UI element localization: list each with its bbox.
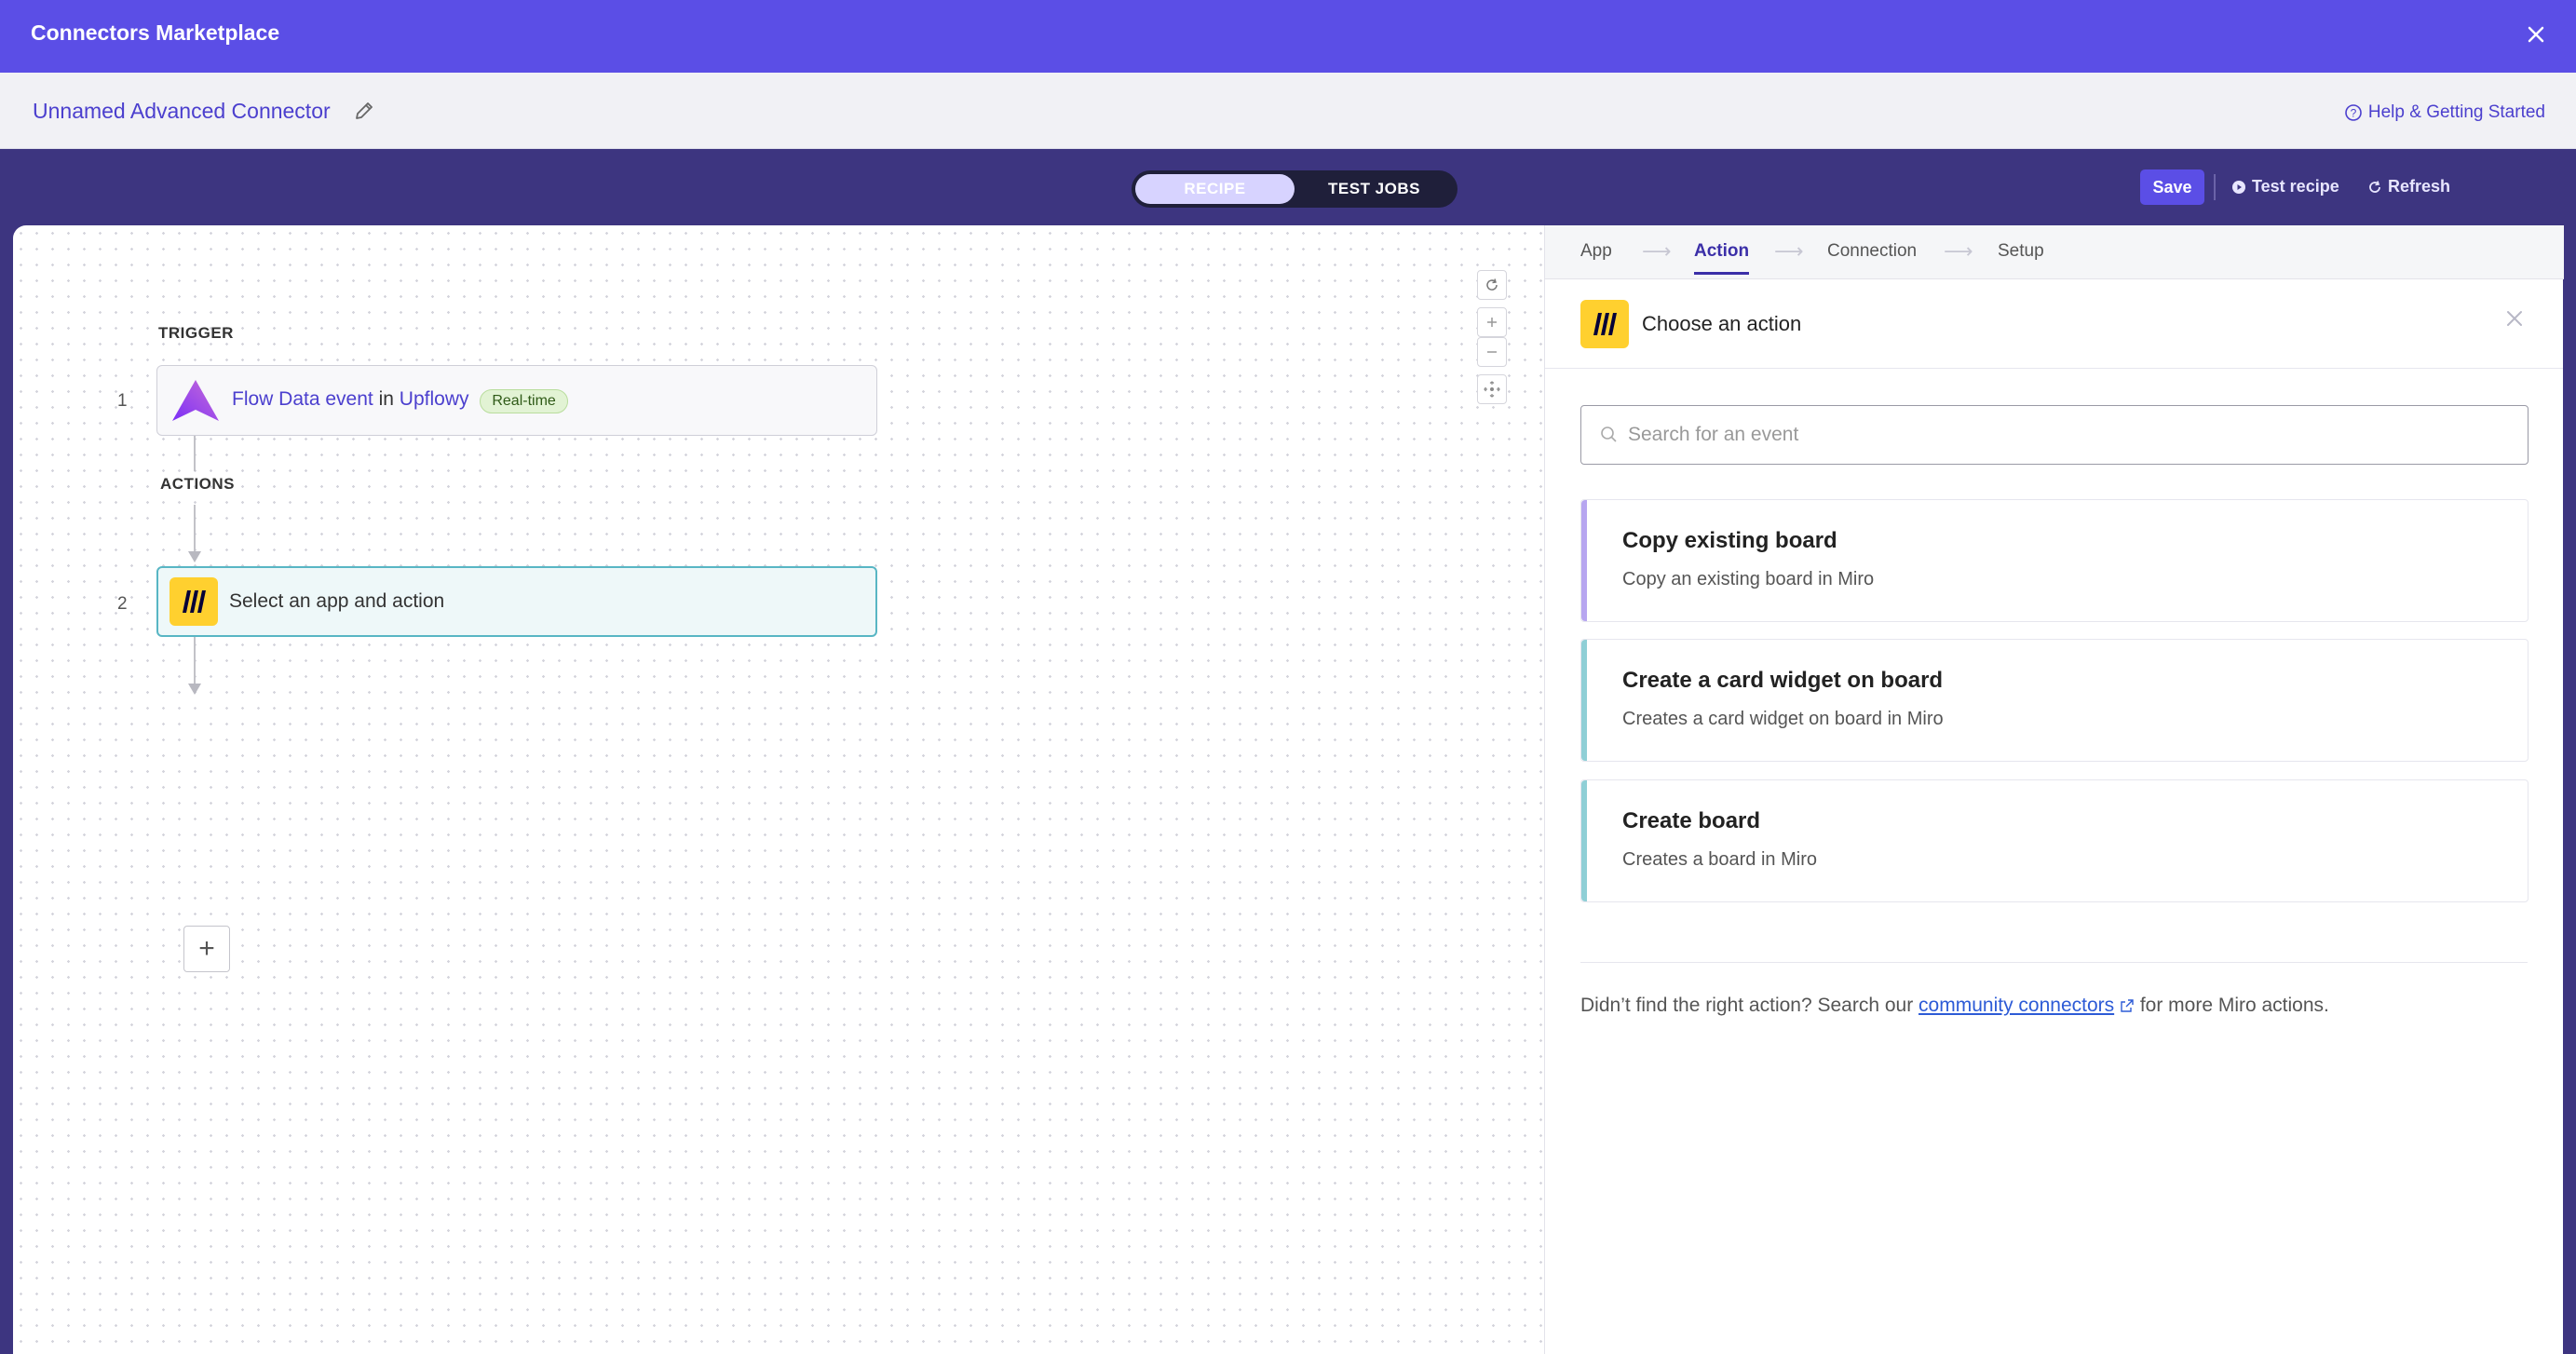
play-circle-icon	[2232, 180, 2245, 194]
svg-text:?: ?	[2351, 107, 2357, 120]
reset-icon	[1486, 278, 1498, 291]
action-title: Copy existing board	[1622, 528, 1837, 553]
miro-logo-icon	[1580, 300, 1629, 348]
refresh-button[interactable]: Refresh	[2367, 177, 2450, 196]
actions-label: ACTIONS	[160, 475, 235, 493]
connector-line	[194, 637, 196, 685]
app-title: Connectors Marketplace	[31, 20, 280, 45]
action-title: Create board	[1622, 808, 1761, 833]
help-link[interactable]: ? Help & Getting Started	[2344, 102, 2545, 123]
arrow-right-icon: ⟶	[1642, 239, 1672, 263]
action-accent-bar	[1581, 780, 1587, 901]
nav-step-action[interactable]: Action	[1694, 241, 1750, 275]
footnote-text: Didn’t find the right action? Search our	[1580, 995, 1919, 1016]
plus-icon	[1487, 318, 1497, 327]
close-icon[interactable]	[2503, 307, 2526, 330]
arrow-right-icon: ⟶	[1774, 239, 1804, 263]
connector-line	[194, 505, 196, 553]
wizard-steps-nav: App ⟶ Action ⟶ Connection ⟶ Setup	[1545, 225, 2564, 279]
toolbar-divider	[2214, 174, 2216, 200]
step-number: 2	[117, 594, 128, 614]
action-step-text: Select an app and action	[229, 590, 445, 612]
reset-view-button[interactable]	[1477, 270, 1507, 300]
refresh-label: Refresh	[2388, 177, 2451, 196]
recipe-toolbar: RECIPE TEST JOBS Save Test recipe Refres…	[0, 149, 2576, 225]
action-accent-bar	[1581, 640, 1587, 761]
action-description: Creates a board in Miro	[1622, 849, 1817, 870]
action-option[interactable]: Copy existing board Copy an existing boa…	[1580, 499, 2529, 622]
upflowy-logo-icon	[172, 380, 219, 421]
trigger-app-link[interactable]: Upflowy	[400, 388, 469, 410]
realtime-badge: Real-time	[480, 388, 568, 413]
arrow-right-icon: ⟶	[1944, 239, 1973, 263]
connector-header: Unnamed Advanced Connector ? Help & Gett…	[0, 73, 2576, 149]
event-search-field[interactable]	[1580, 405, 2529, 465]
community-connectors-link[interactable]: community connectors	[1918, 995, 2114, 1016]
pencil-icon[interactable]	[352, 99, 376, 123]
view-toggle: RECIPE TEST JOBS	[1132, 170, 1457, 208]
miro-logo-icon	[169, 577, 218, 626]
panel-divider	[1580, 962, 2528, 963]
panel-divider	[1545, 368, 2563, 369]
top-bar: Connectors Marketplace	[0, 0, 2576, 73]
fit-screen-icon	[1484, 381, 1500, 398]
action-title: Create a card widget on board	[1622, 668, 1944, 693]
recipe-canvas[interactable]: TRIGGER 1 Flow Data event in Upflowy Rea…	[13, 225, 1544, 1354]
footnote: Didn’t find the right action? Search our…	[1580, 995, 2329, 1017]
refresh-icon	[2369, 180, 2380, 193]
arrow-down-icon	[188, 684, 201, 695]
tab-recipe[interactable]: RECIPE	[1135, 174, 1295, 204]
footnote-text: for more Miro actions.	[2134, 995, 2329, 1016]
nav-step-connection[interactable]: Connection	[1827, 241, 1917, 262]
action-option[interactable]: Create a card widget on board Creates a …	[1580, 639, 2529, 762]
trigger-in-text: in	[378, 387, 394, 410]
nav-step-app[interactable]: App	[1580, 241, 1612, 262]
action-description: Copy an existing board in Miro	[1622, 569, 1875, 589]
action-step-card[interactable]: Select an app and action	[156, 566, 877, 637]
search-input[interactable]	[1628, 424, 2466, 446]
action-description: Creates a card widget on board in Miro	[1622, 709, 1944, 729]
search-icon	[1601, 427, 1617, 442]
panel-title: Choose an action	[1642, 312, 1802, 335]
panel-title-row: Choose an action	[1580, 300, 1801, 348]
nav-step-setup[interactable]: Setup	[1998, 241, 2044, 262]
zoom-out-button[interactable]	[1477, 337, 1507, 367]
connector-line	[194, 436, 196, 471]
question-circle-icon: ?	[2345, 104, 2362, 121]
trigger-label: TRIGGER	[158, 324, 234, 342]
tab-test-jobs[interactable]: TEST JOBS	[1295, 174, 1454, 204]
zoom-in-button[interactable]	[1477, 307, 1507, 337]
add-step-button[interactable]: +	[183, 926, 230, 972]
connector-name[interactable]: Unnamed Advanced Connector	[33, 99, 331, 124]
action-option[interactable]: Create board Creates a board in Miro	[1580, 779, 2529, 902]
arrow-down-icon	[188, 551, 201, 562]
external-link-icon[interactable]	[2120, 998, 2135, 1013]
test-recipe-label: Test recipe	[2252, 177, 2339, 196]
action-picker-panel: App ⟶ Action ⟶ Connection ⟶ Setup Choose…	[1544, 225, 2564, 1354]
step-number: 1	[117, 391, 128, 411]
trigger-step-card[interactable]: Flow Data event in Upflowy Real-time	[156, 365, 877, 436]
help-label: Help & Getting Started	[2367, 102, 2545, 122]
close-icon[interactable]	[2520, 19, 2552, 50]
test-recipe-button[interactable]: Test recipe	[2231, 177, 2339, 196]
fit-view-button[interactable]	[1477, 374, 1507, 404]
trigger-description: Flow Data event in Upflowy Real-time	[232, 388, 568, 413]
trigger-event-link[interactable]: Flow Data event	[232, 388, 373, 410]
action-accent-bar	[1581, 500, 1587, 621]
minus-icon	[1487, 351, 1497, 353]
save-button[interactable]: Save	[2140, 169, 2204, 205]
